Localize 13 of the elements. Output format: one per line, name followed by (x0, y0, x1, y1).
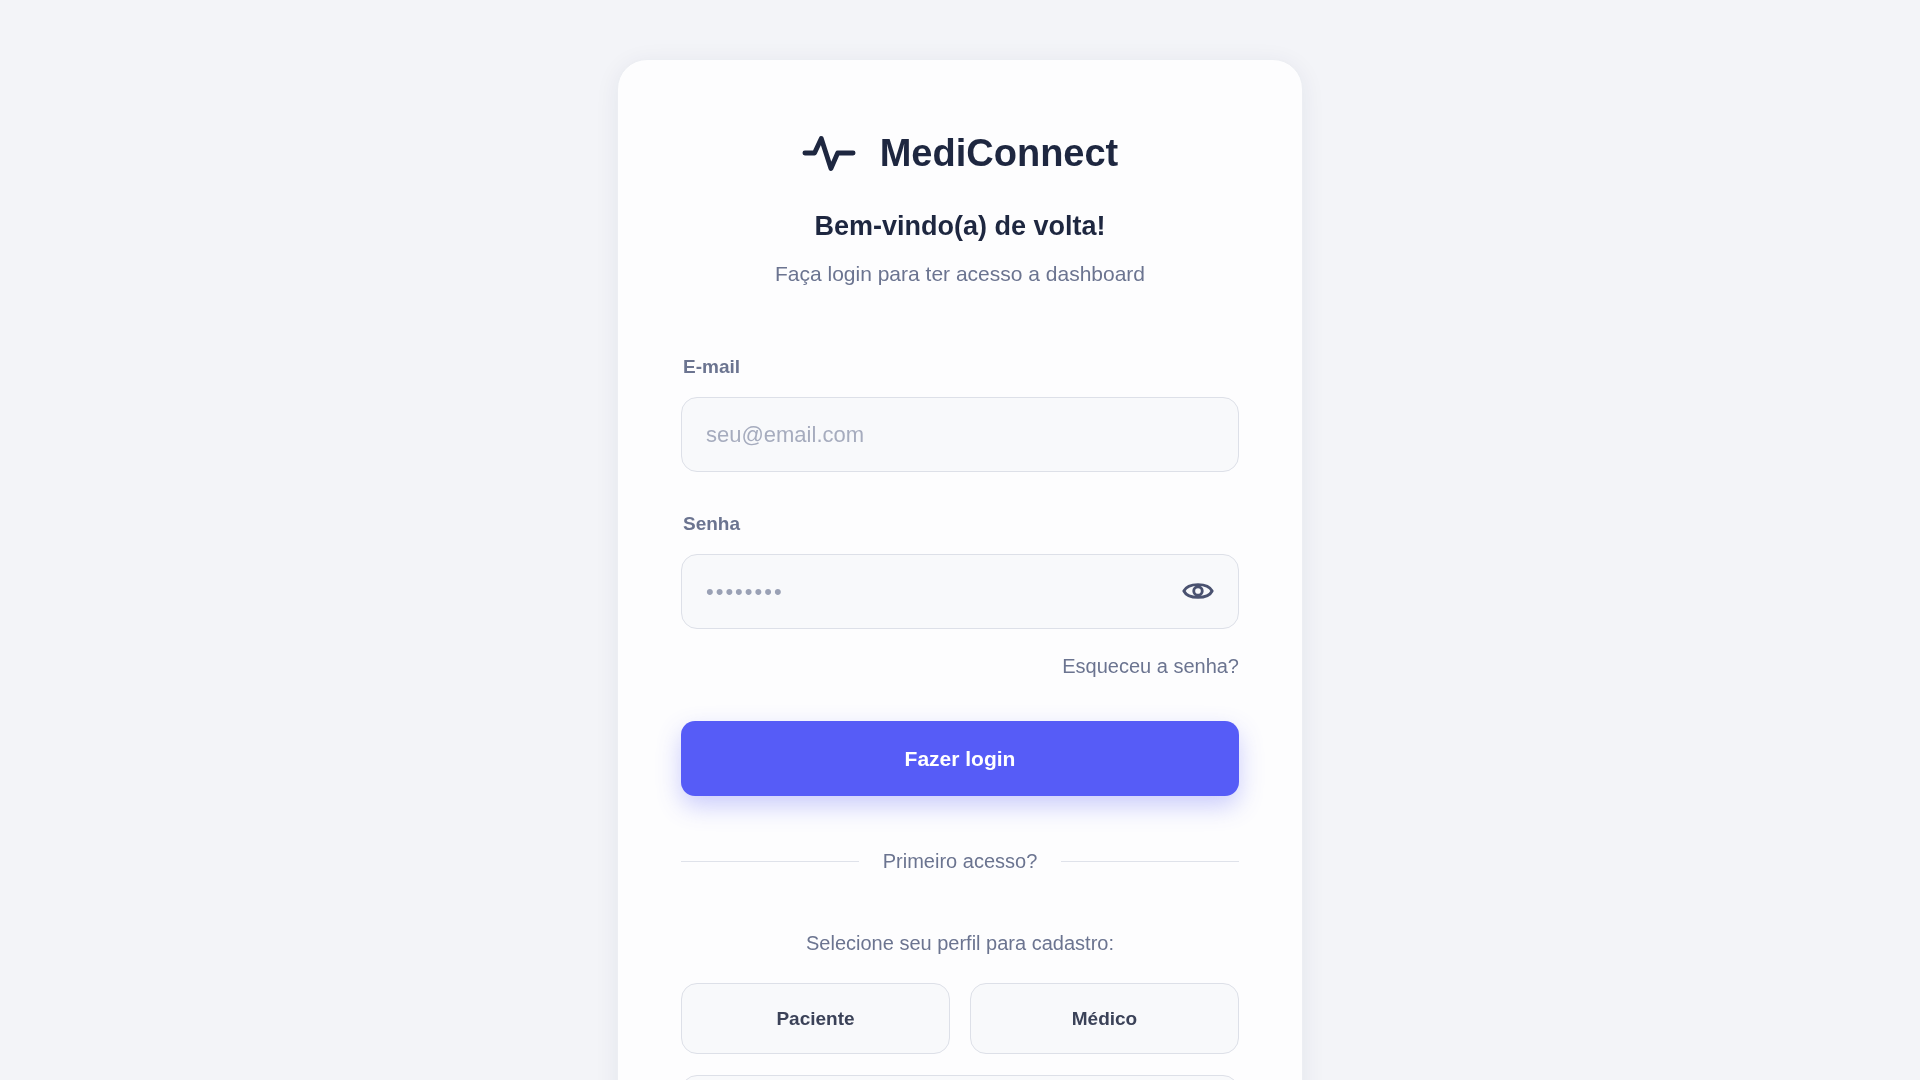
field-label: Senha (683, 514, 741, 534)
login-button[interactable]: Fazer login (681, 721, 1239, 796)
profile-button[interactable]: Médico (970, 983, 1239, 1054)
welcome-heading: Bem-vindo(a) de volta! (813, 211, 1107, 241)
heartbeat-icon (801, 133, 856, 173)
email-field[interactable]: seu@email.com (681, 397, 1239, 472)
profile-button[interactable]: Paciente (681, 983, 950, 1054)
divider-text: Primeiro acesso? (882, 850, 1038, 872)
subtitle-text: Faça login para ter acesso a dashboard (773, 262, 1147, 286)
profile-prompt: Selecione seu perfil para cadastro: (805, 932, 1115, 954)
app-name: MediConnect (879, 131, 1119, 175)
field-label: E-mail (683, 357, 741, 377)
forgot-password-link[interactable]: Esqueceu a senha? (1062, 655, 1239, 677)
